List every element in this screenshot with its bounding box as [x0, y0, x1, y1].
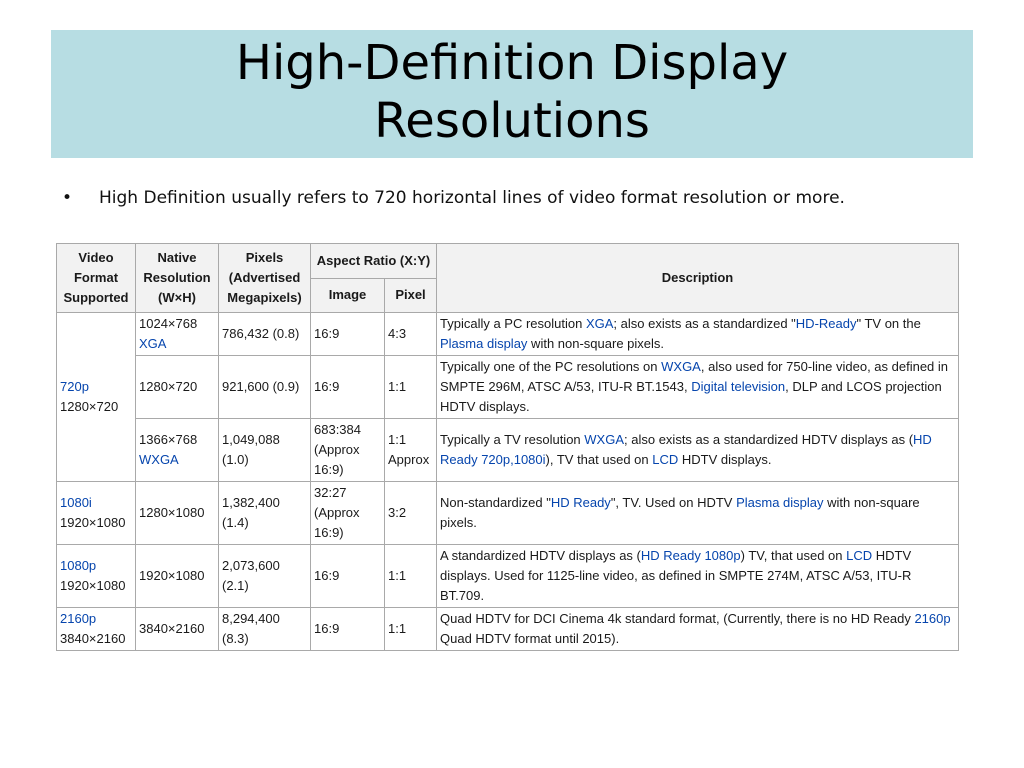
description-text: ; also exists as a standardized " [613, 316, 796, 331]
description-text: HDTV displays. [678, 452, 772, 467]
table-row: 1366×768 WXGA 1,049,088 (1.0) 683:384 (A… [57, 418, 959, 482]
description-text: Quad HDTV for DCI Cinema 4k standard for… [440, 611, 915, 626]
bullet-glyph: • [62, 188, 73, 208]
description-link[interactable]: LCD [652, 452, 678, 467]
header-description: Description [436, 243, 959, 313]
pixel-aspect-cell: 3:2 [384, 481, 437, 545]
native-resolution-value: 1366×768 [139, 432, 198, 447]
description-text: ) TV, that used on [740, 548, 847, 563]
bullet-text: High Definition usually refers to 720 ho… [99, 188, 845, 208]
wxga-link[interactable]: WXGA [139, 452, 179, 467]
bullet-point: • High Definition usually refers to 720 h… [62, 187, 845, 209]
slide-title-line-1: High-Definition Display [235, 35, 789, 91]
pixels-cell: 8,294,400 (8.3) [218, 607, 311, 651]
pixels-cell: 1,382,400 (1.4) [218, 481, 311, 545]
native-resolution-cell: 1920×1080 [135, 544, 219, 608]
image-aspect-cell: 16:9 [310, 355, 385, 419]
format-cell-720p: 720p 1280×720 [56, 312, 136, 482]
description-text: ), TV that used on [545, 452, 653, 467]
description-text: Typically a PC resolution [440, 316, 586, 331]
table-row: 2160p 3840×2160 3840×2160 8,294,400 (8.3… [56, 607, 959, 651]
description-cell: Non-standardized "HD Ready", TV. Used on… [436, 481, 959, 545]
pixels-cell: 2,073,600 (2.1) [218, 544, 311, 608]
native-resolution-cell: 3840×2160 [135, 607, 219, 651]
format-cell-1080p: 1080p 1920×1080 [56, 544, 136, 608]
description-text: with non-square pixels. [527, 336, 665, 351]
description-link[interactable]: HD-Ready [796, 316, 857, 331]
header-row: Video Format Supported Native Resolution… [56, 243, 959, 313]
description-cell: Quad HDTV for DCI Cinema 4k standard for… [436, 607, 959, 651]
description-text: ; also exists as a standardized HDTV dis… [624, 432, 914, 447]
format-link-1080i[interactable]: 1080i [60, 495, 92, 510]
header-native-resolution: Native Resolution (W×H) [135, 243, 219, 313]
description-cell: Typically one of the PC resolutions on W… [436, 355, 959, 419]
description-text: Non-standardized " [440, 495, 551, 510]
description-link[interactable]: Digital television [691, 379, 785, 394]
xga-link[interactable]: XGA [139, 336, 166, 351]
slide-title: High-Definition Display Resolutions [51, 34, 973, 150]
format-cell-1080i: 1080i 1920×1080 [56, 481, 136, 545]
description-link[interactable]: WXGA [584, 432, 624, 447]
table-row: 720p 1280×720 1024×768 XGA 786,432 (0.8)… [56, 312, 959, 482]
slide-title-line-2: Resolutions [374, 93, 650, 149]
image-aspect-cell: 16:9 [310, 544, 385, 608]
image-aspect-cell: 32:27 (Approx 16:9) [310, 481, 385, 545]
native-resolution-cell: 1024×768 XGA [135, 312, 219, 356]
title-banner: High-Definition Display Resolutions [51, 30, 973, 158]
description-link[interactable]: Plasma display [440, 336, 527, 351]
format-link-720p[interactable]: 720p [60, 379, 89, 394]
image-aspect-cell: 16:9 [310, 607, 385, 651]
header-video-format: Video Format Supported [56, 243, 136, 313]
image-aspect-cell: 683:384 (Approx 16:9) [310, 418, 385, 482]
format-resolution: 1920×1080 [60, 578, 126, 593]
description-cell: Typically a PC resolution XGA; also exis… [436, 312, 959, 356]
description-text: ", TV. Used on HDTV [610, 495, 737, 510]
pixels-cell: 1,049,088 (1.0) [218, 418, 311, 482]
description-link[interactable]: WXGA [661, 359, 701, 374]
description-text: Typically one of the PC resolutions on [440, 359, 662, 374]
resolution-table: Video Format Supported Native Resolution… [56, 243, 959, 651]
pixels-cell: 786,432 (0.8) [218, 312, 311, 356]
image-aspect-cell: 16:9 [310, 312, 385, 356]
format-link-1080p[interactable]: 1080p [60, 558, 96, 573]
native-resolution-cell: 1366×768 WXGA [135, 418, 219, 482]
table-row: 1280×720 921,600 (0.9) 16:9 1:1 Typicall… [57, 355, 959, 419]
header-image: Image [310, 277, 385, 313]
description-text: Quad HDTV format until 2015). [440, 631, 620, 646]
description-cell: Typically a TV resolution WXGA; also exi… [436, 418, 959, 482]
table-row: 1080i 1920×1080 1280×1080 1,382,400 (1.4… [56, 481, 959, 545]
description-link[interactable]: HD Ready [551, 495, 611, 510]
description-link[interactable]: 2160p [914, 611, 950, 626]
description-link[interactable]: LCD [846, 548, 872, 563]
native-resolution-value: 1024×768 [139, 316, 198, 331]
pixel-aspect-cell: 4:3 [384, 312, 437, 356]
native-resolution-cell: 1280×720 [135, 355, 219, 419]
pixels-cell: 921,600 (0.9) [218, 355, 311, 419]
description-text: Typically a TV resolution [440, 432, 585, 447]
header-pixels: Pixels (Advertised Megapixels) [218, 243, 311, 313]
description-link[interactable]: HD Ready 1080p [641, 548, 741, 563]
format-resolution: 1280×720 [60, 399, 119, 414]
pixel-aspect-cell: 1:1 [384, 607, 437, 651]
table-row: 1080p 1920×1080 1920×1080 2,073,600 (2.1… [56, 544, 959, 608]
format-resolution: 3840×2160 [60, 631, 126, 646]
pixel-aspect-cell: 1:1 [384, 544, 437, 608]
header-aspect-ratio: Aspect Ratio (X:Y) [310, 243, 437, 279]
format-link-2160p[interactable]: 2160p [60, 611, 96, 626]
format-resolution: 1920×1080 [60, 515, 126, 530]
pixel-aspect-cell: 1:1 [384, 355, 437, 419]
native-resolution-cell: 1280×1080 [135, 481, 219, 545]
description-link[interactable]: XGA [586, 316, 613, 331]
header-pixel: Pixel [384, 277, 437, 313]
description-cell: A standardized HDTV displays as (HD Read… [436, 544, 959, 608]
format-cell-2160p: 2160p 3840×2160 [56, 607, 136, 651]
description-text: " TV on the [856, 316, 921, 331]
description-text: A standardized HDTV displays as ( [440, 548, 641, 563]
pixel-aspect-cell: 1:1 Approx [384, 418, 437, 482]
description-link[interactable]: Plasma display [736, 495, 823, 510]
